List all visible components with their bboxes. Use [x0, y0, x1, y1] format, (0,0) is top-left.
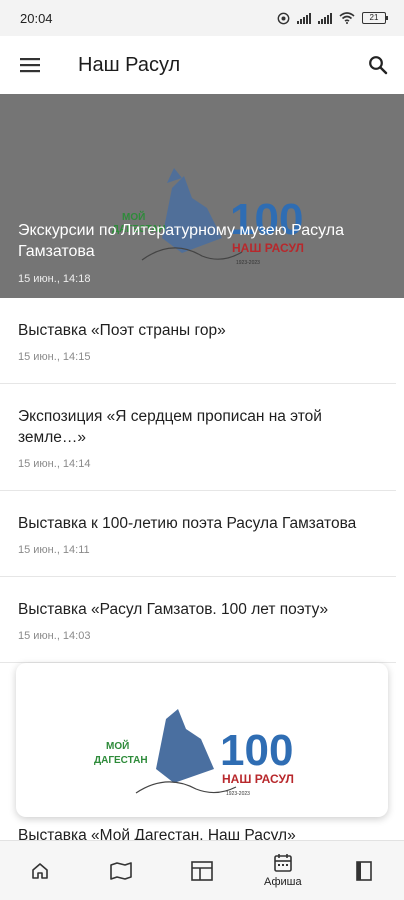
calendar-icon — [273, 854, 292, 872]
wifi-icon — [339, 12, 355, 24]
bottom-navigation: Афиша — [0, 840, 404, 900]
nav-book[interactable] — [323, 841, 404, 900]
list-item[interactable]: Экспозиция «Я сердцем прописан на этой з… — [0, 384, 396, 491]
logo-subtitle: НАШ РАСУЛ — [222, 772, 294, 786]
hero-date: 15 июн., 14:18 — [18, 273, 91, 285]
card-caption: Выставка «Мой Дагестан. Наш Расул» — [18, 827, 296, 841]
list-item[interactable]: Выставка к 100-летию поэта Расула Гамзат… — [0, 491, 396, 577]
hero-title: Экскурсии по Литературному музею Расула … — [18, 222, 345, 260]
news-title: Экспозиция «Я сердцем прописан на этой з… — [18, 408, 322, 446]
nav-layout[interactable] — [162, 841, 243, 900]
news-title: Выставка «Поэт страны гор» — [18, 322, 226, 339]
news-date: 15 июн., 14:15 — [18, 351, 91, 363]
logo-text-1: МОЙ — [106, 739, 129, 752]
signal-icon — [297, 12, 311, 24]
nav-label-events: Афиша — [263, 876, 302, 888]
list-item[interactable]: Выставка «Расул Гамзатов. 100 лет поэту»… — [0, 577, 396, 663]
hero-news-card[interactable]: МОЙ ДАГЕСТАН 100 НАШ РАСУЛ 1923-2023 Экс… — [0, 94, 404, 298]
logo-number: 100 — [220, 726, 293, 775]
hamburger-menu-icon[interactable] — [18, 53, 42, 77]
battery-icon: 21 — [362, 12, 388, 24]
hero-text: Экскурсии по Литературному музею Расула … — [18, 220, 386, 285]
home-icon — [32, 862, 49, 879]
status-icons: 21 — [277, 12, 388, 25]
status-bar: 20:04 21 — [0, 0, 404, 36]
nav-home[interactable] — [0, 841, 81, 900]
news-title: Выставка к 100-летию поэта Расула Гамзат… — [18, 515, 357, 532]
app-bar: Наш Расул — [0, 36, 404, 94]
logo-years: 1923-2023 — [226, 791, 250, 797]
featured-news-card[interactable]: МОЙ ДАГЕСТАН 100 НАШ РАСУЛ 1923-2023 — [16, 663, 388, 817]
book-icon — [355, 860, 372, 881]
news-date: 15 июн., 14:11 — [18, 544, 90, 556]
list-item[interactable]: Выставка «Поэт страны гор» 15 июн., 14:1… — [0, 298, 396, 384]
status-time: 20:04 — [20, 10, 53, 26]
news-title: Выставка «Расул Гамзатов. 100 лет поэту» — [18, 601, 329, 618]
anniversary-logo: МОЙ ДАГЕСТАН 100 НАШ РАСУЛ 1923-2023 — [94, 709, 294, 797]
logo-text-2: ДАГЕСТАН — [94, 755, 148, 766]
news-list: Выставка «Поэт страны гор» 15 июн., 14:1… — [0, 298, 404, 663]
news-date: 15 июн., 14:03 — [18, 630, 91, 642]
news-date: 15 июн., 14:14 — [18, 458, 91, 470]
nav-map[interactable] — [81, 841, 162, 900]
search-icon[interactable] — [366, 53, 390, 77]
page-title: Наш Расул — [78, 53, 181, 76]
signal-icon-2 — [318, 12, 332, 24]
map-icon — [110, 861, 132, 880]
nav-events[interactable]: Афиша — [242, 841, 323, 900]
signature-mark — [135, 781, 237, 794]
layout-icon — [191, 860, 213, 881]
alarm-icon — [277, 12, 290, 24]
